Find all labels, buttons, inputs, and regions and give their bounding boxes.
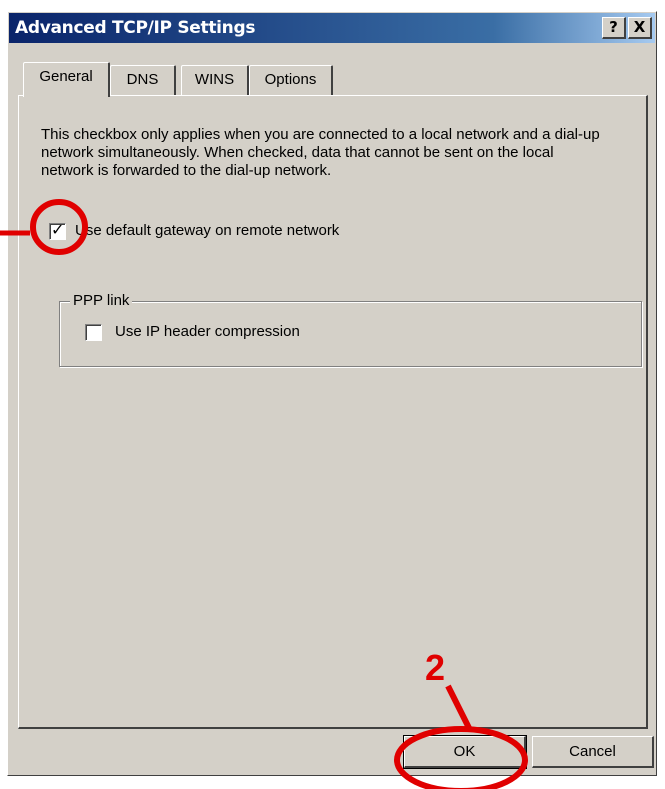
default-gateway-label[interactable]: Use default gateway on remote network: [75, 222, 339, 239]
close-button[interactable]: X: [628, 17, 652, 39]
ppp-link-title: PPP link: [70, 292, 133, 309]
tab-options[interactable]: Options: [249, 65, 333, 95]
tab-general[interactable]: General: [23, 62, 110, 97]
ip-header-compression-label[interactable]: Use IP header compression: [115, 323, 300, 340]
ok-button[interactable]: OK: [403, 735, 527, 769]
ip-header-compression-checkbox[interactable]: [85, 324, 102, 341]
cancel-button[interactable]: Cancel: [532, 736, 654, 768]
checkmark-icon: ✓: [51, 220, 65, 239]
window-title: Advanced TCP/IP Settings: [15, 18, 256, 38]
advanced-tcpip-dialog: Advanced TCP/IP Settings ? X General DNS…: [7, 11, 657, 776]
general-tab-panel: This checkbox only applies when you are …: [18, 95, 648, 729]
annotation-step-label: 2: [425, 647, 446, 688]
ppp-link-group: PPP link Use IP header compression: [59, 292, 642, 367]
tab-wins[interactable]: WINS: [181, 65, 249, 95]
title-bar[interactable]: Advanced TCP/IP Settings ? X: [9, 13, 655, 43]
help-button[interactable]: ?: [602, 17, 626, 39]
default-gateway-checkbox[interactable]: ✓: [49, 220, 66, 240]
gateway-description: This checkbox only applies when you are …: [41, 126, 600, 179]
tab-dns[interactable]: DNS: [110, 65, 176, 95]
